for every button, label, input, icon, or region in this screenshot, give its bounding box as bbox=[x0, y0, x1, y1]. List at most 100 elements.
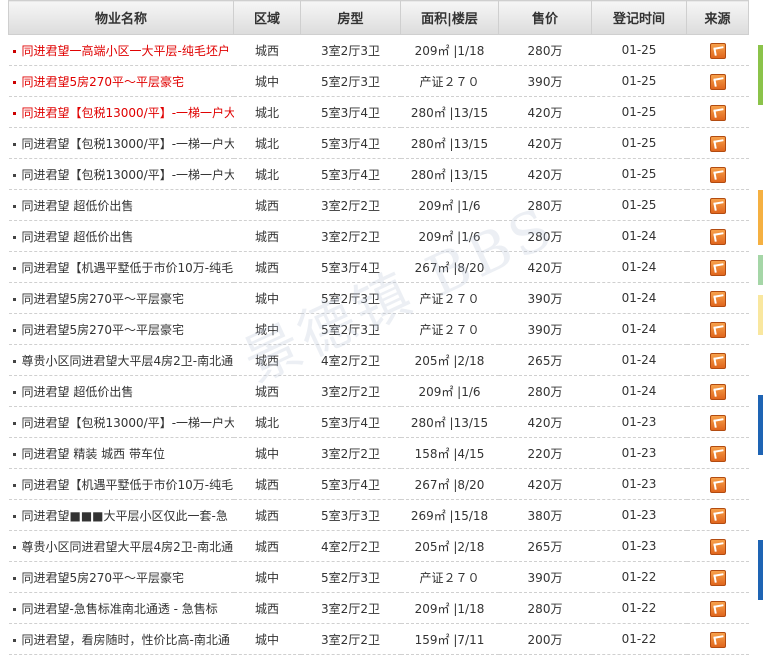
listing-link[interactable]: 同进君望-急售标准南北通透 - 急售标 bbox=[22, 602, 218, 616]
source-link-icon[interactable] bbox=[709, 600, 726, 617]
name-cell[interactable]: 同进君望 超低价出售 bbox=[8, 189, 234, 221]
source-link-icon[interactable] bbox=[709, 73, 726, 90]
area-floor-cell: 产证２７０ bbox=[400, 561, 499, 593]
table-row[interactable]: 尊贵小区同进君望大平层4房2卫-南北通 城西 4室2厅2卫 205㎡ |2/18 265… bbox=[8, 344, 749, 376]
source-link-icon[interactable] bbox=[709, 135, 726, 152]
name-cell[interactable]: 同进君望，看房随时，性价比高-南北通 bbox=[8, 623, 234, 655]
name-cell[interactable]: 同进君望【机遇平墅低于市价10万-纯毛 bbox=[8, 251, 234, 283]
header-layout[interactable]: 房型 bbox=[300, 0, 401, 35]
district-cell: 城中 bbox=[233, 65, 301, 97]
bullet-icon bbox=[12, 297, 16, 301]
table-row[interactable]: 尊贵小区同进君望大平层4房2卫-南北通 城西 4室2厅2卫 205㎡ |2/18 265… bbox=[8, 530, 749, 562]
table-row[interactable]: 同进君望【包税13000/平】-一梯一户大 城北 5室3厅4卫 280㎡ |13/15… bbox=[8, 406, 749, 438]
table-row[interactable]: 同进君望【机遇平墅低于市价10万-纯毛 城西 5室3厅4卫 267㎡ |8/20 420… bbox=[8, 251, 749, 283]
name-cell[interactable]: 同进君望【包税13000/平】-一梯一户大 bbox=[8, 158, 234, 190]
table-row[interactable]: 同进君望【包税13000/平】-一梯一户大 城北 5室3厅4卫 280㎡ |13/15… bbox=[8, 158, 749, 190]
listing-link[interactable]: 同进君望 超低价出售 bbox=[22, 385, 134, 399]
bullet-icon bbox=[12, 390, 16, 394]
name-cell[interactable]: 同进君望■■■大平层小区仅此一套-急 bbox=[8, 499, 234, 531]
listing-link[interactable]: 同进君望一高端小区一大平层-纯毛坯户 bbox=[22, 44, 230, 58]
listing-link[interactable]: 同进君望【包税13000/平】-一梯一户大 bbox=[22, 106, 234, 120]
name-cell[interactable]: 同进君望-急售标准南北通透 - 急售标 bbox=[8, 592, 234, 624]
listing-link[interactable]: 尊贵小区同进君望大平层4房2卫-南北通 bbox=[22, 540, 234, 554]
header-district[interactable]: 区域 bbox=[233, 0, 301, 35]
header-price[interactable]: 售价 bbox=[498, 0, 592, 35]
source-cell bbox=[686, 127, 749, 159]
name-cell[interactable]: 同进君望【包税13000/平】-一梯一户大 bbox=[8, 96, 234, 128]
name-cell[interactable]: 同进君望一高端小区一大平层-纯毛坯户 bbox=[8, 34, 234, 66]
name-cell[interactable]: 同进君望5房270平～平层豪宅 bbox=[8, 282, 234, 314]
source-link-icon[interactable] bbox=[709, 104, 726, 121]
date-cell: 01-25 bbox=[591, 158, 687, 190]
name-cell[interactable]: 同进君望 超低价出售 bbox=[8, 375, 234, 407]
name-cell[interactable]: 同进君望【包税13000/平】-一梯一户大 bbox=[8, 127, 234, 159]
area-floor-cell: 产证２７０ bbox=[400, 282, 499, 314]
source-link-icon[interactable] bbox=[709, 414, 726, 431]
listing-link[interactable]: 尊贵小区同进君望大平层4房2卫-南北通 bbox=[22, 354, 234, 368]
source-link-icon[interactable] bbox=[709, 538, 726, 555]
name-cell[interactable]: 同进君望【包税13000/平】-一梯一户大 bbox=[8, 406, 234, 438]
name-cell[interactable]: 同进君望 精装 城西 带车位 bbox=[8, 437, 234, 469]
table-row[interactable]: 同进君望5房270平～平层豪宅 城中 5室2厅3卫 产证２７０ 390万 01-25 bbox=[8, 65, 749, 97]
header-area-floor[interactable]: 面积|楼层 bbox=[400, 0, 499, 35]
table-row[interactable]: 同进君望 超低价出售 城西 3室2厅2卫 209㎡ |1/6 280万 01-24 bbox=[8, 220, 749, 252]
table-row[interactable]: 同进君望，看房随时，性价比高-南北通 城中 3室2厅2卫 159㎡ |7/11 200万… bbox=[8, 623, 749, 655]
name-cell[interactable]: 尊贵小区同进君望大平层4房2卫-南北通 bbox=[8, 344, 234, 376]
listing-link[interactable]: 同进君望【包税13000/平】-一梯一户大 bbox=[22, 168, 234, 182]
source-link-icon[interactable] bbox=[709, 569, 726, 586]
source-link-icon[interactable] bbox=[709, 321, 726, 338]
header-property-name[interactable]: 物业名称 bbox=[8, 0, 234, 35]
price-cell: 265万 bbox=[498, 530, 592, 562]
table-body: 同进君望一高端小区一大平层-纯毛坯户 城西 3室2厅3卫 209㎡ |1/18 280万… bbox=[8, 34, 749, 655]
listing-link[interactable]: 同进君望5房270平～平层豪宅 bbox=[22, 323, 185, 337]
table-row[interactable]: 同进君望【包税13000/平】-一梯一户大 城北 5室3厅4卫 280㎡ |13/15… bbox=[8, 96, 749, 128]
listing-link[interactable]: 同进君望5房270平～平层豪宅 bbox=[22, 75, 185, 89]
listing-link[interactable]: 同进君望【包税13000/平】-一梯一户大 bbox=[22, 137, 234, 151]
name-cell[interactable]: 同进君望 超低价出售 bbox=[8, 220, 234, 252]
listing-link[interactable]: 同进君望5房270平～平层豪宅 bbox=[22, 571, 185, 585]
source-link-icon[interactable] bbox=[709, 383, 726, 400]
table-row[interactable]: 同进君望-急售标准南北通透 - 急售标 城西 3室2厅2卫 209㎡ |1/18 280… bbox=[8, 592, 749, 624]
table-row[interactable]: 同进君望一高端小区一大平层-纯毛坯户 城西 3室2厅3卫 209㎡ |1/18 280万… bbox=[8, 34, 749, 66]
listing-link[interactable]: 同进君望 超低价出售 bbox=[22, 199, 134, 213]
source-link-icon[interactable] bbox=[709, 445, 726, 462]
table-row[interactable]: 同进君望 超低价出售 城西 3室2厅2卫 209㎡ |1/6 280万 01-25 bbox=[8, 189, 749, 221]
source-link-icon[interactable] bbox=[709, 228, 726, 245]
listing-link[interactable]: 同进君望【机遇平墅低于市价10万-纯毛 bbox=[22, 478, 234, 492]
source-link-icon[interactable] bbox=[709, 352, 726, 369]
source-link-icon[interactable] bbox=[709, 197, 726, 214]
table-row[interactable]: 同进君望 超低价出售 城西 3室2厅2卫 209㎡ |1/6 280万 01-24 bbox=[8, 375, 749, 407]
listing-link[interactable]: 同进君望■■■大平层小区仅此一套-急 bbox=[22, 509, 228, 523]
name-cell[interactable]: 同进君望5房270平～平层豪宅 bbox=[8, 65, 234, 97]
listing-link[interactable]: 同进君望【包税13000/平】-一梯一户大 bbox=[22, 416, 234, 430]
source-link-icon[interactable] bbox=[709, 259, 726, 276]
source-link-icon[interactable] bbox=[709, 166, 726, 183]
header-date[interactable]: 登记时间 bbox=[591, 0, 687, 35]
source-link-icon[interactable] bbox=[709, 631, 726, 648]
header-source[interactable]: 来源 bbox=[686, 0, 749, 35]
listing-link[interactable]: 同进君望 精装 城西 带车位 bbox=[22, 447, 165, 461]
table-row[interactable]: 同进君望5房270平～平层豪宅 城中 5室2厅3卫 产证２７０ 390万 01-22 bbox=[8, 561, 749, 593]
table-row[interactable]: 同进君望【包税13000/平】-一梯一户大 城北 5室3厅4卫 280㎡ |13/15… bbox=[8, 127, 749, 159]
name-cell[interactable]: 同进君望5房270平～平层豪宅 bbox=[8, 561, 234, 593]
table-row[interactable]: 同进君望 精装 城西 带车位 城中 3室2厅2卫 158㎡ |4/15 220万 01-2… bbox=[8, 437, 749, 469]
table-row[interactable]: 同进君望■■■大平层小区仅此一套-急 城西 5室3厅3卫 269㎡ |15/18 380… bbox=[8, 499, 749, 531]
source-link-icon[interactable] bbox=[709, 290, 726, 307]
district-cell: 城中 bbox=[233, 561, 301, 593]
listing-link[interactable]: 同进君望，看房随时，性价比高-南北通 bbox=[22, 633, 230, 647]
source-link-icon[interactable] bbox=[709, 42, 726, 59]
name-cell[interactable]: 同进君望【机遇平墅低于市价10万-纯毛 bbox=[8, 468, 234, 500]
listing-link[interactable]: 同进君望5房270平～平层豪宅 bbox=[22, 292, 185, 306]
table-row[interactable]: 同进君望5房270平～平层豪宅 城中 5室2厅3卫 产证２７０ 390万 01-24 bbox=[8, 282, 749, 314]
price-cell: 220万 bbox=[498, 437, 592, 469]
table-row[interactable]: 同进君望5房270平～平层豪宅 城中 5室2厅3卫 产证２７０ 390万 01-24 bbox=[8, 313, 749, 345]
listing-link[interactable]: 同进君望 超低价出售 bbox=[22, 230, 134, 244]
name-cell[interactable]: 同进君望5房270平～平层豪宅 bbox=[8, 313, 234, 345]
table-row[interactable]: 同进君望【机遇平墅低于市价10万-纯毛 城西 5室3厅4卫 267㎡ |8/20 420… bbox=[8, 468, 749, 500]
name-cell[interactable]: 尊贵小区同进君望大平层4房2卫-南北通 bbox=[8, 530, 234, 562]
source-link-icon[interactable] bbox=[709, 507, 726, 524]
listing-link[interactable]: 同进君望【机遇平墅低于市价10万-纯毛 bbox=[22, 261, 234, 275]
source-link-icon[interactable] bbox=[709, 476, 726, 493]
layout-cell: 3室2厅2卫 bbox=[300, 375, 401, 407]
price-cell: 280万 bbox=[498, 189, 592, 221]
